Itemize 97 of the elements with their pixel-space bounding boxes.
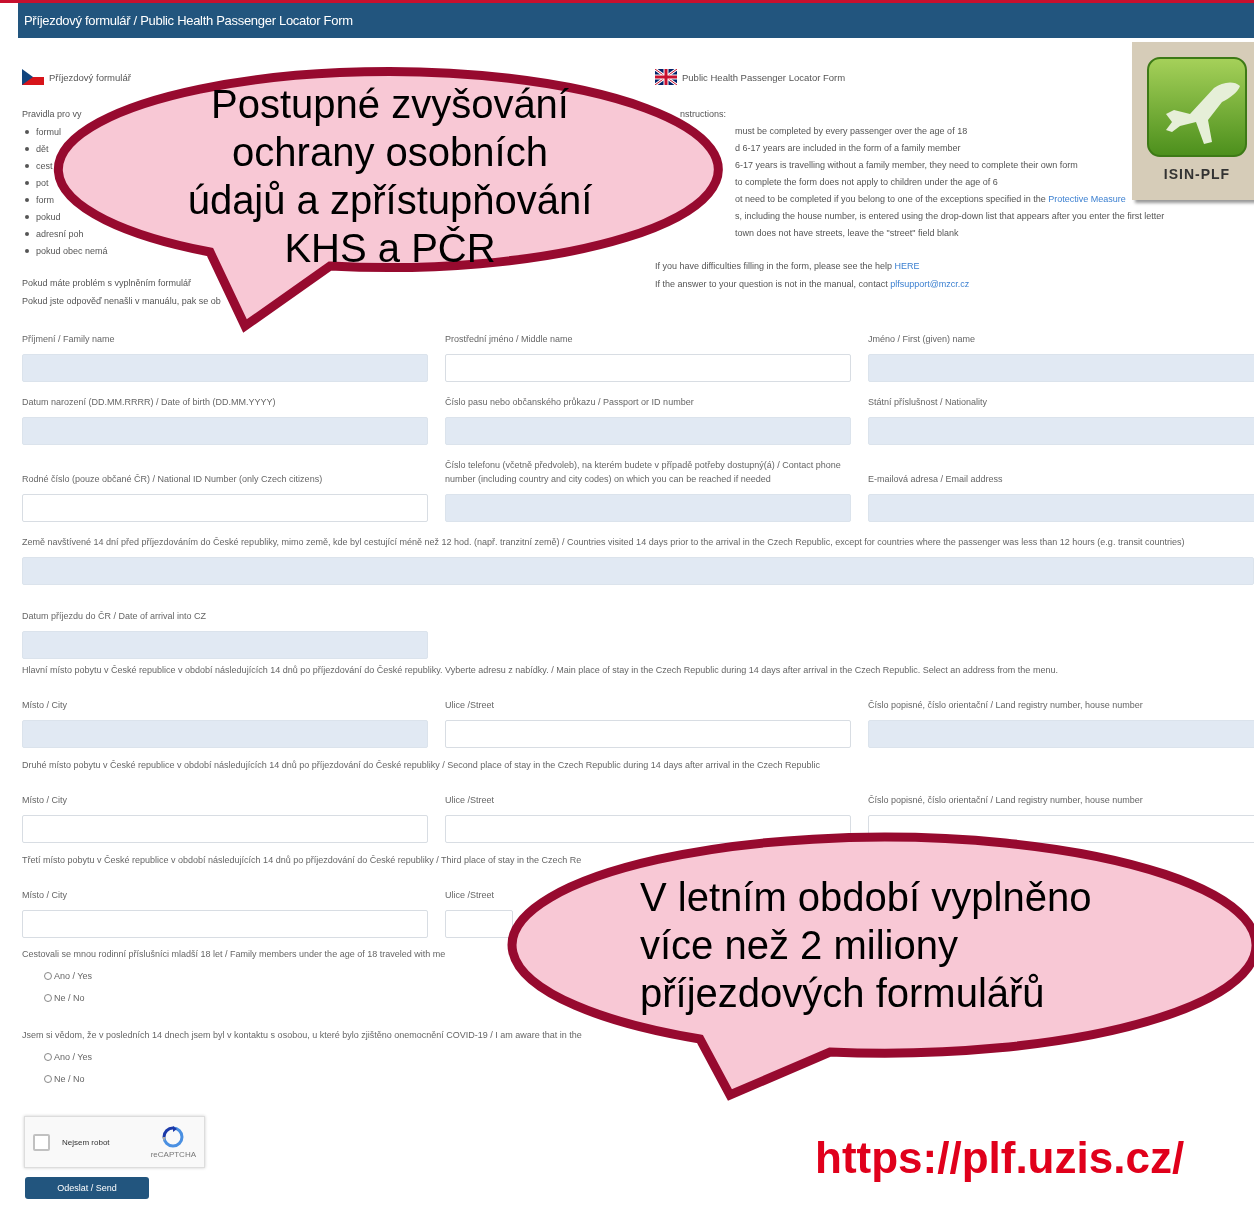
rule-text: pokud: [36, 211, 61, 222]
bullet-icon: [25, 231, 29, 236]
field-label: Číslo pasu nebo občanského průkazu / Passport or ID number: [445, 396, 694, 409]
field-label: Číslo popisné, číslo orientační / Land registry number, house number: [868, 699, 1143, 712]
rule-text: pokud obec nemá: [36, 245, 108, 256]
bullet-icon: [25, 197, 29, 202]
input-field[interactable]: [22, 910, 428, 938]
field-label: Státní příslušnost / Nationality: [868, 396, 988, 409]
input-field[interactable]: [445, 910, 513, 938]
input-field[interactable]: [22, 631, 428, 659]
bullet-icon: [25, 129, 29, 134]
bullet-icon: [25, 163, 29, 168]
bullet-icon: [25, 248, 29, 253]
rule-text: ot need to be completed if you belong to one of the exceptions specified in the Protective Measure: [735, 193, 1126, 206]
help-text: Pokud jste odpověď nenašli v manuálu, pak se ob: [22, 295, 221, 308]
radio-icon[interactable]: [44, 1075, 52, 1083]
field-label: Země navštívené 14 dní před příjezdováním do České republiky, mimo země, kde byl cestující méně než 12 hod. (např. tranzitní země) / Countries visited 14 days prior to the arrival in the Czech Republic, except for countries where the passenger was less than 12 hours (e.g. transit countries): [22, 536, 1185, 549]
link[interactable]: Protective Measure: [1048, 194, 1126, 204]
rule-text: dět: [36, 143, 49, 154]
input-field[interactable]: [22, 494, 428, 522]
page-title: Příjezdový formulář / Public Health Passenger Locator Form: [24, 13, 353, 28]
rule-text: form: [36, 194, 54, 205]
captcha-brand: reCAPTCHA: [150, 1149, 196, 1159]
radio-option[interactable]: Ano / Yes: [44, 965, 93, 987]
section-heading: Příjezdový formulář: [49, 71, 131, 83]
rule-text: formul: [36, 126, 61, 137]
rule-text: cest: [36, 160, 53, 171]
input-field[interactable]: [22, 354, 428, 382]
field-label: Místo / City: [22, 889, 67, 902]
field-label: Ulice /Street: [445, 794, 495, 807]
input-field[interactable]: [445, 720, 851, 748]
input-field[interactable]: [22, 720, 428, 748]
uk-flag-icon: [655, 69, 677, 85]
help-text: If the answer to your question is not in the manual, contact plfsupport@mzcr.cz: [655, 278, 970, 291]
help-text: If you have difficulties filling in the form, please see the help HERE: [655, 260, 920, 273]
czech-flag-icon: [22, 69, 44, 85]
section-text: Třetí místo pobytu v České republice v období následujících 14 dnů po příjezdování do České republiky / Third place of stay in the Czech Re: [22, 854, 582, 867]
field-label: Příjmení / Family name: [22, 333, 115, 346]
input-field[interactable]: [445, 417, 851, 445]
rule-text: must be completed by every passenger over the age of 18: [735, 125, 968, 138]
callout-text: Postupné zvyšování ochrany osobních údajů a zpřístupňování KHS a PČR: [187, 81, 593, 272]
input-field[interactable]: [445, 815, 851, 843]
rule-text: d 6-17 years are included in the form of a family member: [735, 142, 961, 155]
field-label: Prostřední jméno / Middle name: [445, 333, 573, 346]
callout-text: V letním období vyplněno více než 2 miliony příjezdových formulářů: [640, 874, 1092, 1017]
input-field[interactable]: [868, 417, 1254, 445]
checkbox[interactable]: [33, 1133, 50, 1151]
radio-icon[interactable]: [44, 972, 52, 980]
field-label: Rodné číslo (pouze občané ČR) / National ID Number (only Czech citizens): [22, 473, 323, 486]
input-field[interactable]: [22, 557, 1254, 585]
field-label: Datum narození (DD.MM.RRRR) / Date of birth (DD.MM.YYYY): [22, 396, 276, 409]
airplane-icon: [1146, 56, 1248, 158]
rule-text: adresní poh: [36, 228, 84, 239]
logo-text: ISIN-PLF: [1163, 166, 1231, 182]
rules-heading: Pravidla pro vy: [22, 108, 83, 121]
rule-text: pot: [36, 177, 49, 188]
rule-text: to complete the form does not apply to children under the age of 6: [735, 176, 998, 189]
input-field[interactable]: [22, 417, 428, 445]
rule-text: town does not have streets, leave the "street" field blank: [735, 227, 959, 240]
link[interactable]: plfsupport@mzcr.cz: [890, 279, 970, 289]
question-text: Cestovali se mnou rodinní příslušníci mladší 18 let / Family members under the age of 18 traveled with me: [22, 948, 446, 961]
field-label: Datum příjezdu do ČR / Date of arrival into CZ: [22, 610, 207, 623]
field-label: Místo / City: [22, 699, 67, 712]
rules-heading: nstructions:: [680, 109, 727, 119]
field-label: Číslo telefonu (včetně předvoleb), na kterém budete v případě potřeby dostupný(á) / Contact phone number (including country and city codes) on which you can be reached if needed: [445, 459, 842, 486]
rule-text: 6-17 years is travelling without a family member, they need to complete their own form: [735, 159, 1078, 172]
radio-option[interactable]: Ano / Yes: [44, 1046, 93, 1068]
field-label: Jméno / First (given) name: [868, 333, 976, 346]
input-field[interactable]: [445, 494, 851, 522]
section-text: Hlavní místo pobytu v České republice v období následujících 14 dnů po příjezdování do České republiky. Vyberte adresu z nabídky. / Main place of stay in the Czech Republic during 14 days after arrival in the Czech Republic. Select an address from the menu.: [22, 664, 1058, 677]
radio-option[interactable]: Ne / No: [44, 1068, 85, 1090]
section-text: Druhé místo pobytu v České republice v období následujících 14 dnů po příjezdování do České republiky / Second place of stay in the Czech Republic during 14 days after arrival in the Czech Republic: [22, 759, 820, 772]
rule-text: s, including the house number, is entered using the drop-down list that appears after you enter the first letter: [735, 210, 1165, 223]
field-label: E-mailová adresa / Email address: [868, 473, 1003, 486]
input-field[interactable]: [445, 354, 851, 382]
bullet-icon: [25, 180, 29, 185]
field-label: Číslo popisné, číslo orientační / Land registry number, house number: [868, 794, 1143, 807]
input-field[interactable]: [868, 720, 1254, 748]
section-heading: Public Health Passenger Locator Form: [682, 71, 846, 83]
radio-icon[interactable]: [44, 1053, 52, 1061]
link[interactable]: HERE: [894, 261, 920, 271]
url-text: https://plf.uzis.cz/: [815, 1133, 1185, 1183]
field-label: Ulice /Street: [445, 889, 495, 902]
radio-option[interactable]: Ne / No: [44, 987, 85, 1009]
radio-icon[interactable]: [44, 994, 52, 1002]
input-field[interactable]: [868, 354, 1254, 382]
bullet-icon: [25, 146, 29, 151]
bullet-icon: [25, 214, 29, 219]
help-text: Pokud máte problém s vyplněním formulář: [22, 277, 192, 290]
refresh-arrows-icon: [162, 1125, 185, 1148]
field-label: Místo / City: [22, 794, 67, 807]
field-label: Ulice /Street: [445, 699, 495, 712]
input-field[interactable]: [22, 815, 428, 843]
input-field[interactable]: [868, 494, 1254, 522]
submit-button[interactable]: Odeslat / Send: [25, 1177, 149, 1199]
checkbox-label: Nejsem robot: [62, 1137, 111, 1147]
question-text: Jsem si vědom, že v posledních 14 dnech jsem byl v kontaktu s osobou, u které bylo zjištěno onemocnění COVID-19 / I am aware that in the: [22, 1029, 582, 1042]
